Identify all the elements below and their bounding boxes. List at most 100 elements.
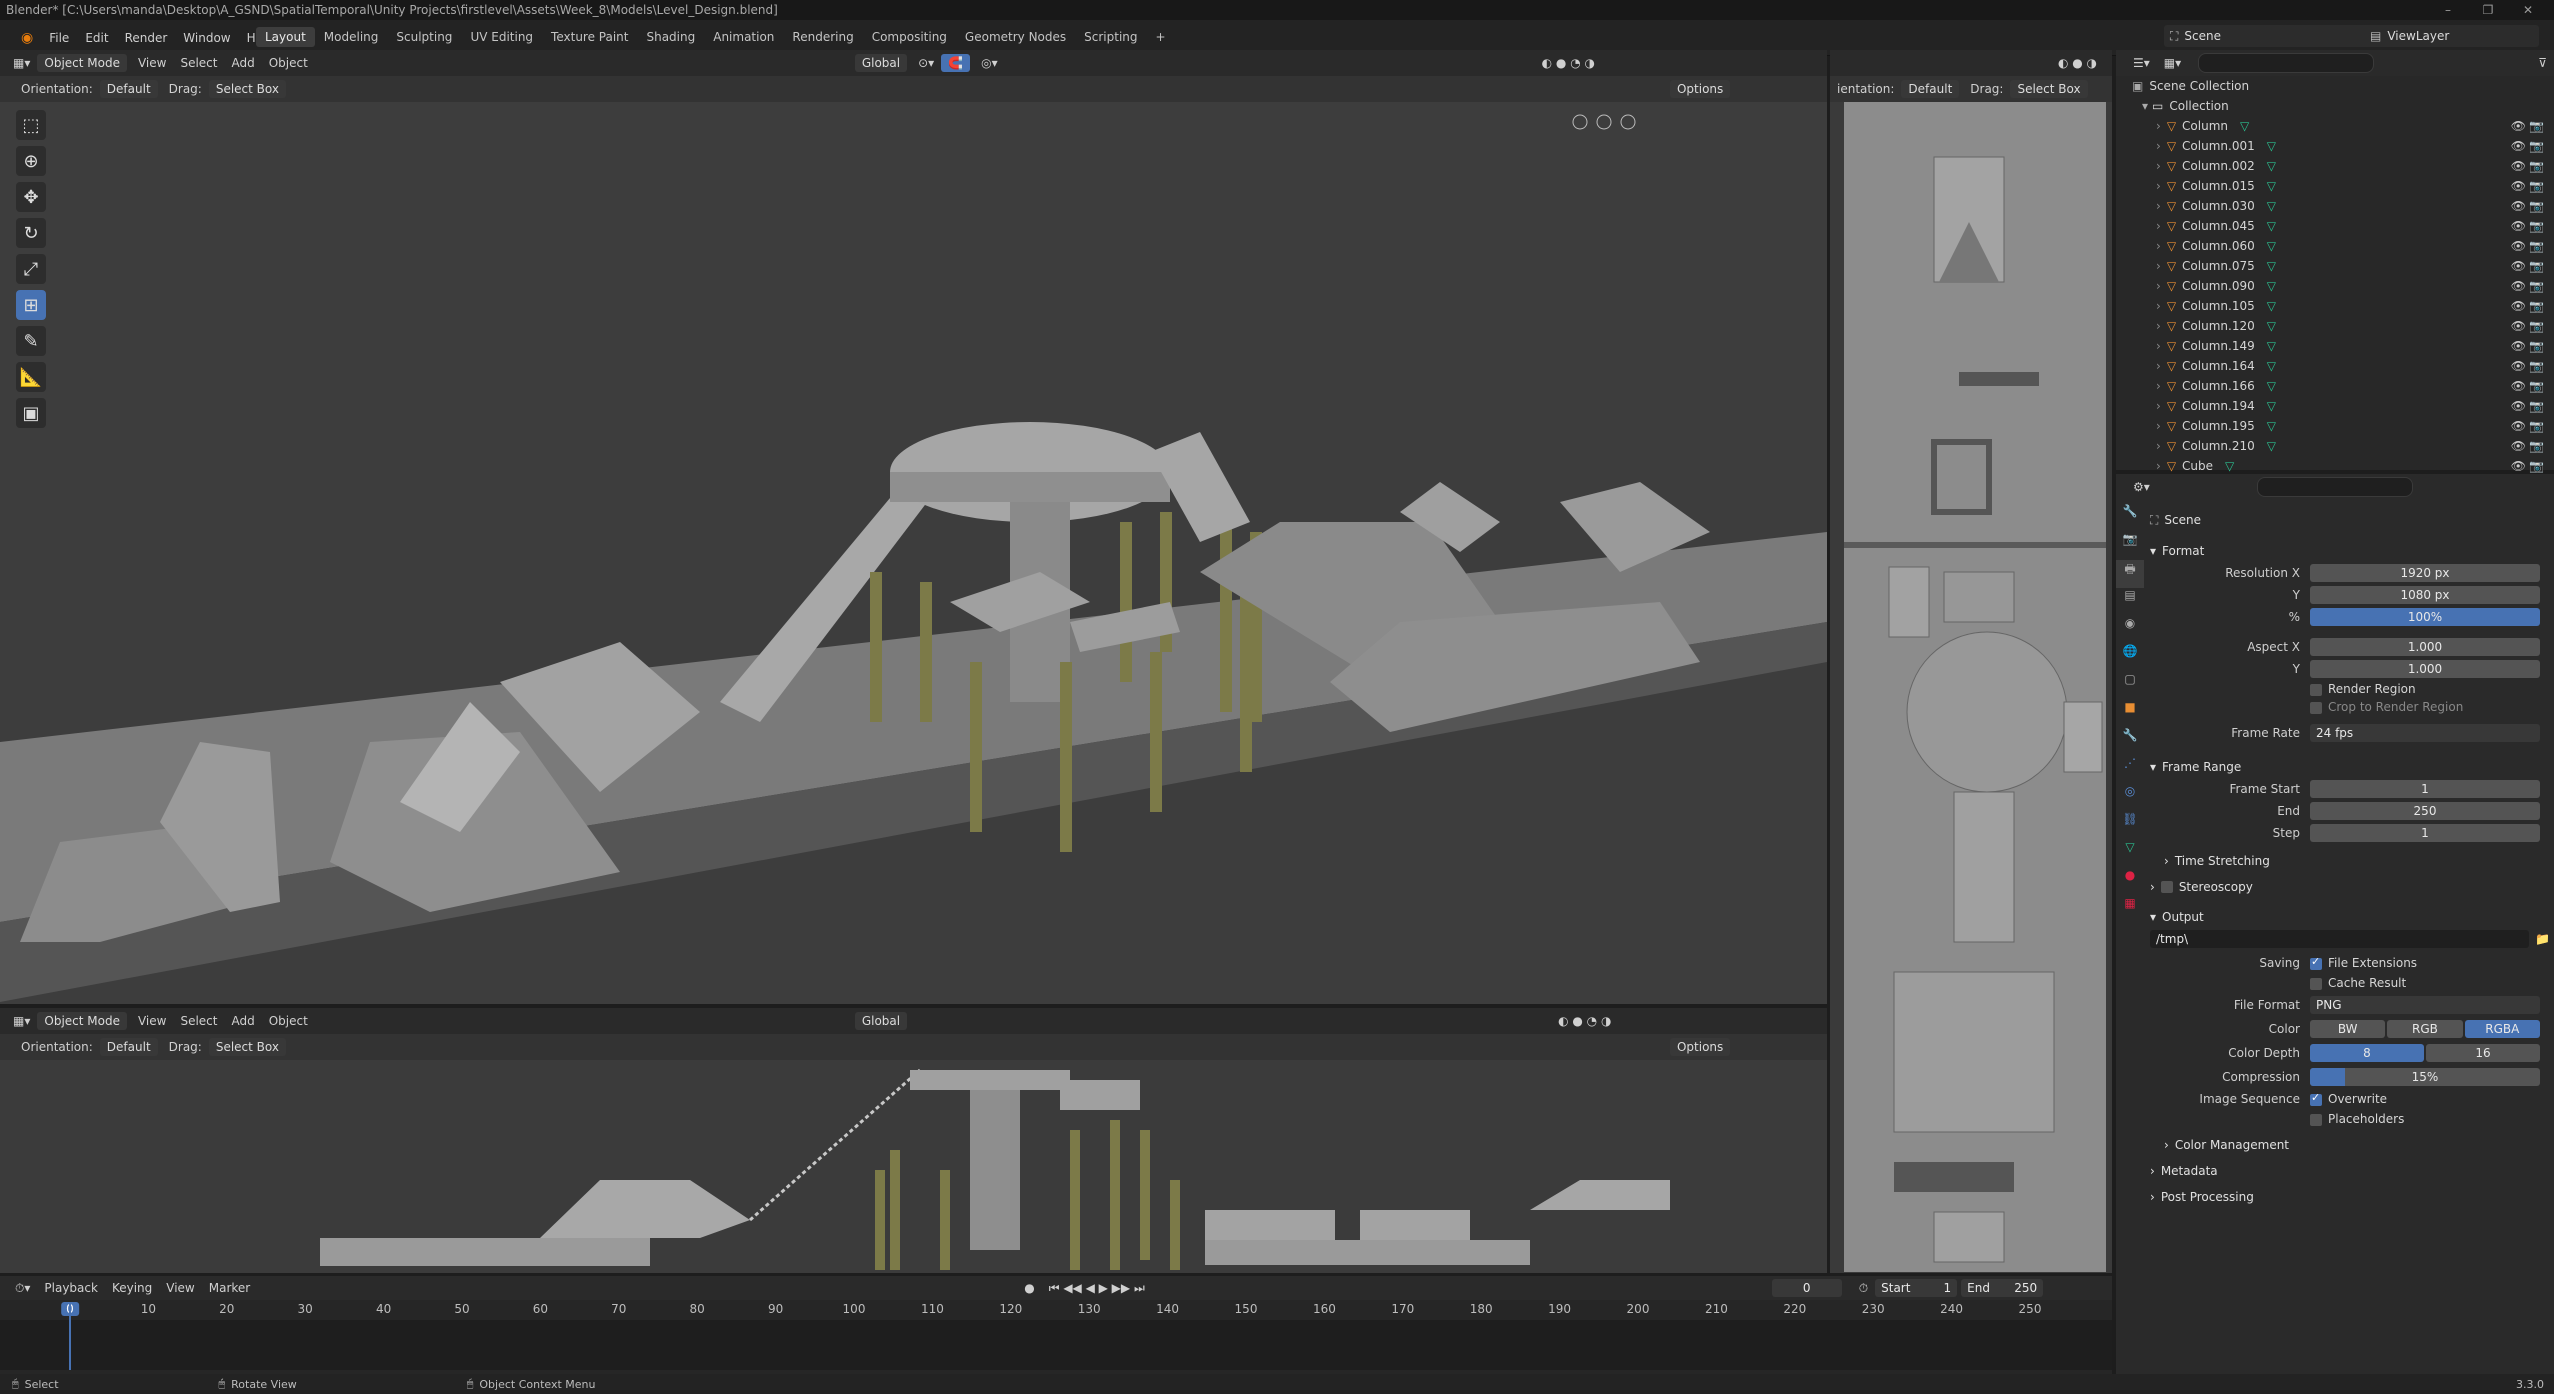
outliner-editor-icon[interactable]: ☰▾ [2126, 54, 2157, 72]
playback-menu[interactable]: Playback [37, 1279, 105, 1297]
timeline-ruler[interactable]: 0102030405060708090100110120130140150160… [0, 1302, 2112, 1320]
editor-type-icon[interactable]: ▦▾ [6, 54, 37, 72]
render-camera-icon[interactable]: 📷 [2529, 419, 2544, 433]
playhead[interactable] [69, 1302, 71, 1370]
top-viewport[interactable]: ◐ ● ◑ ientation: Default Drag: Select Bo… [1830, 50, 2112, 1273]
properties-editor-icon[interactable]: ⚙▾ [2126, 478, 2157, 496]
menu-render[interactable]: Render [118, 28, 175, 48]
tab-uv-editing[interactable]: UV Editing [461, 27, 542, 47]
visibility-eye-icon[interactable]: 👁 [2511, 199, 2526, 213]
front-shading-modes-icon[interactable]: ◐ ● ◔ ◑ [1551, 1012, 1618, 1030]
visibility-eye-icon[interactable]: 👁 [2511, 459, 2526, 473]
expand-arrow-icon[interactable]: › [2156, 219, 2161, 233]
folder-icon[interactable]: 📁 [2535, 932, 2550, 946]
menu-view[interactable]: View [131, 54, 173, 72]
outliner-item[interactable]: › ▽ Column.015 ▽ 👁 📷 [2132, 176, 2554, 196]
add-workspace-button[interactable]: + [1147, 27, 1175, 47]
data-tab-icon[interactable]: ▽ [2116, 840, 2144, 868]
front-drag-dropdown[interactable]: Select Box [208, 1038, 286, 1056]
compression-slider[interactable]: 15% [2310, 1068, 2540, 1086]
render-camera-icon[interactable]: 📷 [2529, 299, 2544, 313]
front-object-mode-dropdown[interactable]: Object Mode [37, 1012, 127, 1030]
placeholders-checkbox[interactable]: Placeholders [2310, 1112, 2540, 1126]
outliner-item[interactable]: › ▽ Column.060 ▽ 👁 📷 [2132, 236, 2554, 256]
expand-arrow-icon[interactable]: › [2156, 459, 2161, 473]
filter-icon[interactable]: ⊽ [2531, 54, 2554, 72]
front-menu-add[interactable]: Add [224, 1012, 261, 1030]
render-camera-icon[interactable]: 📷 [2529, 199, 2544, 213]
render-camera-icon[interactable]: 📷 [2529, 259, 2544, 273]
scene-collection-row[interactable]: ▣ Scene Collection [2132, 76, 2554, 96]
modifier-tab-icon[interactable]: 🔧 [2116, 728, 2144, 756]
expand-arrow-icon[interactable]: › [2156, 299, 2161, 313]
shading-modes-icon[interactable]: ◐ ● ◔ ◑ [1535, 54, 1602, 72]
overwrite-checkbox[interactable]: Overwrite [2310, 1091, 2540, 1106]
tab-modeling[interactable]: Modeling [315, 27, 388, 47]
properties-search-input[interactable] [2256, 477, 2413, 497]
render-camera-icon[interactable]: 📷 [2529, 239, 2544, 253]
menu-select[interactable]: Select [173, 54, 224, 72]
outliner-item[interactable]: › ▽ Column.210 ▽ 👁 📷 [2132, 436, 2554, 456]
front-options-button[interactable]: Options [1669, 1038, 1731, 1056]
front-orientation-dropdown[interactable]: Default [99, 1038, 158, 1056]
marker-menu[interactable]: Marker [202, 1279, 257, 1297]
expand-arrow-icon[interactable]: › [2156, 179, 2161, 193]
tool-tab-icon[interactable]: 🔧 [2116, 504, 2144, 532]
render-camera-icon[interactable]: 📷 [2529, 119, 2544, 133]
physics-tab-icon[interactable]: ◎ [2116, 784, 2144, 812]
render-tab-icon[interactable]: 📷 [2116, 532, 2144, 560]
render-camera-icon[interactable]: 📷 [2529, 439, 2544, 453]
render-camera-icon[interactable]: 📷 [2529, 339, 2544, 353]
output-tab-icon[interactable]: 🖶 [2116, 560, 2144, 588]
render-camera-icon[interactable]: 📷 [2529, 319, 2544, 333]
front-menu-view[interactable]: View [131, 1012, 173, 1030]
outliner-item[interactable]: › ▽ Column.195 ▽ 👁 📷 [2132, 416, 2554, 436]
visibility-eye-icon[interactable]: 👁 [2511, 279, 2526, 293]
visibility-eye-icon[interactable]: 👁 [2511, 359, 2526, 373]
record-icon[interactable]: ● [1017, 1279, 1041, 1297]
texture-tab-icon[interactable]: ▦ [2116, 896, 2144, 924]
depth-16-button[interactable]: 16 [2426, 1044, 2540, 1062]
expand-arrow-icon[interactable]: › [2156, 279, 2161, 293]
front-viewport[interactable]: ▦▾ Object Mode View Select Add Object Gl… [0, 1008, 1827, 1273]
menu-file[interactable]: File [42, 28, 76, 48]
file-extensions-checkbox[interactable]: File Extensions [2310, 955, 2540, 970]
world-tab-icon[interactable]: 🌐 [2116, 644, 2144, 672]
outliner-item[interactable]: › ▽ Cube ▽ 👁 📷 [2132, 456, 2554, 476]
particles-tab-icon[interactable]: ⋰ [2116, 756, 2144, 784]
collection-row[interactable]: ▾ ▭ Collection [2132, 96, 2554, 116]
collection-tab-icon[interactable]: ▢ [2116, 672, 2144, 700]
cache-result-checkbox[interactable]: Cache Result [2310, 976, 2540, 990]
stopwatch-icon[interactable]: ⏱ [1852, 1279, 1875, 1298]
outliner-search-input[interactable] [2198, 53, 2375, 73]
timeline-track-area[interactable] [0, 1320, 2112, 1370]
expand-arrow-icon[interactable]: › [2156, 159, 2161, 173]
metadata-section-header[interactable]: › Metadata [2150, 1158, 2550, 1184]
visibility-eye-icon[interactable]: 👁 [2511, 419, 2526, 433]
start-frame-field[interactable]: Start 1 [1875, 1279, 1958, 1297]
expand-arrow-icon[interactable]: › [2156, 379, 2161, 393]
render-camera-icon[interactable]: 📷 [2529, 399, 2544, 413]
visibility-eye-icon[interactable]: 👁 [2511, 139, 2526, 153]
tab-scripting[interactable]: Scripting [1075, 27, 1146, 47]
expand-arrow-icon[interactable]: › [2156, 259, 2161, 273]
depth-8-button[interactable]: 8 [2310, 1044, 2424, 1062]
render-camera-icon[interactable]: 📷 [2529, 159, 2544, 173]
expand-arrow-icon[interactable]: › [2156, 419, 2161, 433]
timeline-editor-icon[interactable]: ⏱▾ [8, 1279, 37, 1298]
front-editor-type-icon[interactable]: ▦▾ [6, 1012, 37, 1030]
frame-end-field[interactable]: 250 [2310, 802, 2540, 820]
visibility-eye-icon[interactable]: 👁 [2511, 219, 2526, 233]
maximize-icon[interactable]: ❐ [2470, 0, 2506, 20]
proportional-edit-icon[interactable]: ◎▾ [974, 54, 1005, 72]
res-y-field[interactable]: 1080 px [2310, 586, 2540, 604]
file-format-dropdown[interactable]: PNG [2310, 996, 2540, 1014]
material-tab-icon[interactable]: ● [2116, 868, 2144, 896]
post-processing-section-header[interactable]: › Post Processing [2150, 1184, 2550, 1210]
stereoscopy-section-header[interactable]: › Stereoscopy [2150, 874, 2550, 900]
expand-arrow-icon[interactable]: › [2156, 359, 2161, 373]
front-transform-dropdown[interactable]: Global [854, 1012, 908, 1030]
visibility-eye-icon[interactable]: 👁 [2511, 179, 2526, 193]
outliner-item[interactable]: › ▽ Column.090 ▽ 👁 📷 [2132, 276, 2554, 296]
visibility-eye-icon[interactable]: 👁 [2511, 159, 2526, 173]
